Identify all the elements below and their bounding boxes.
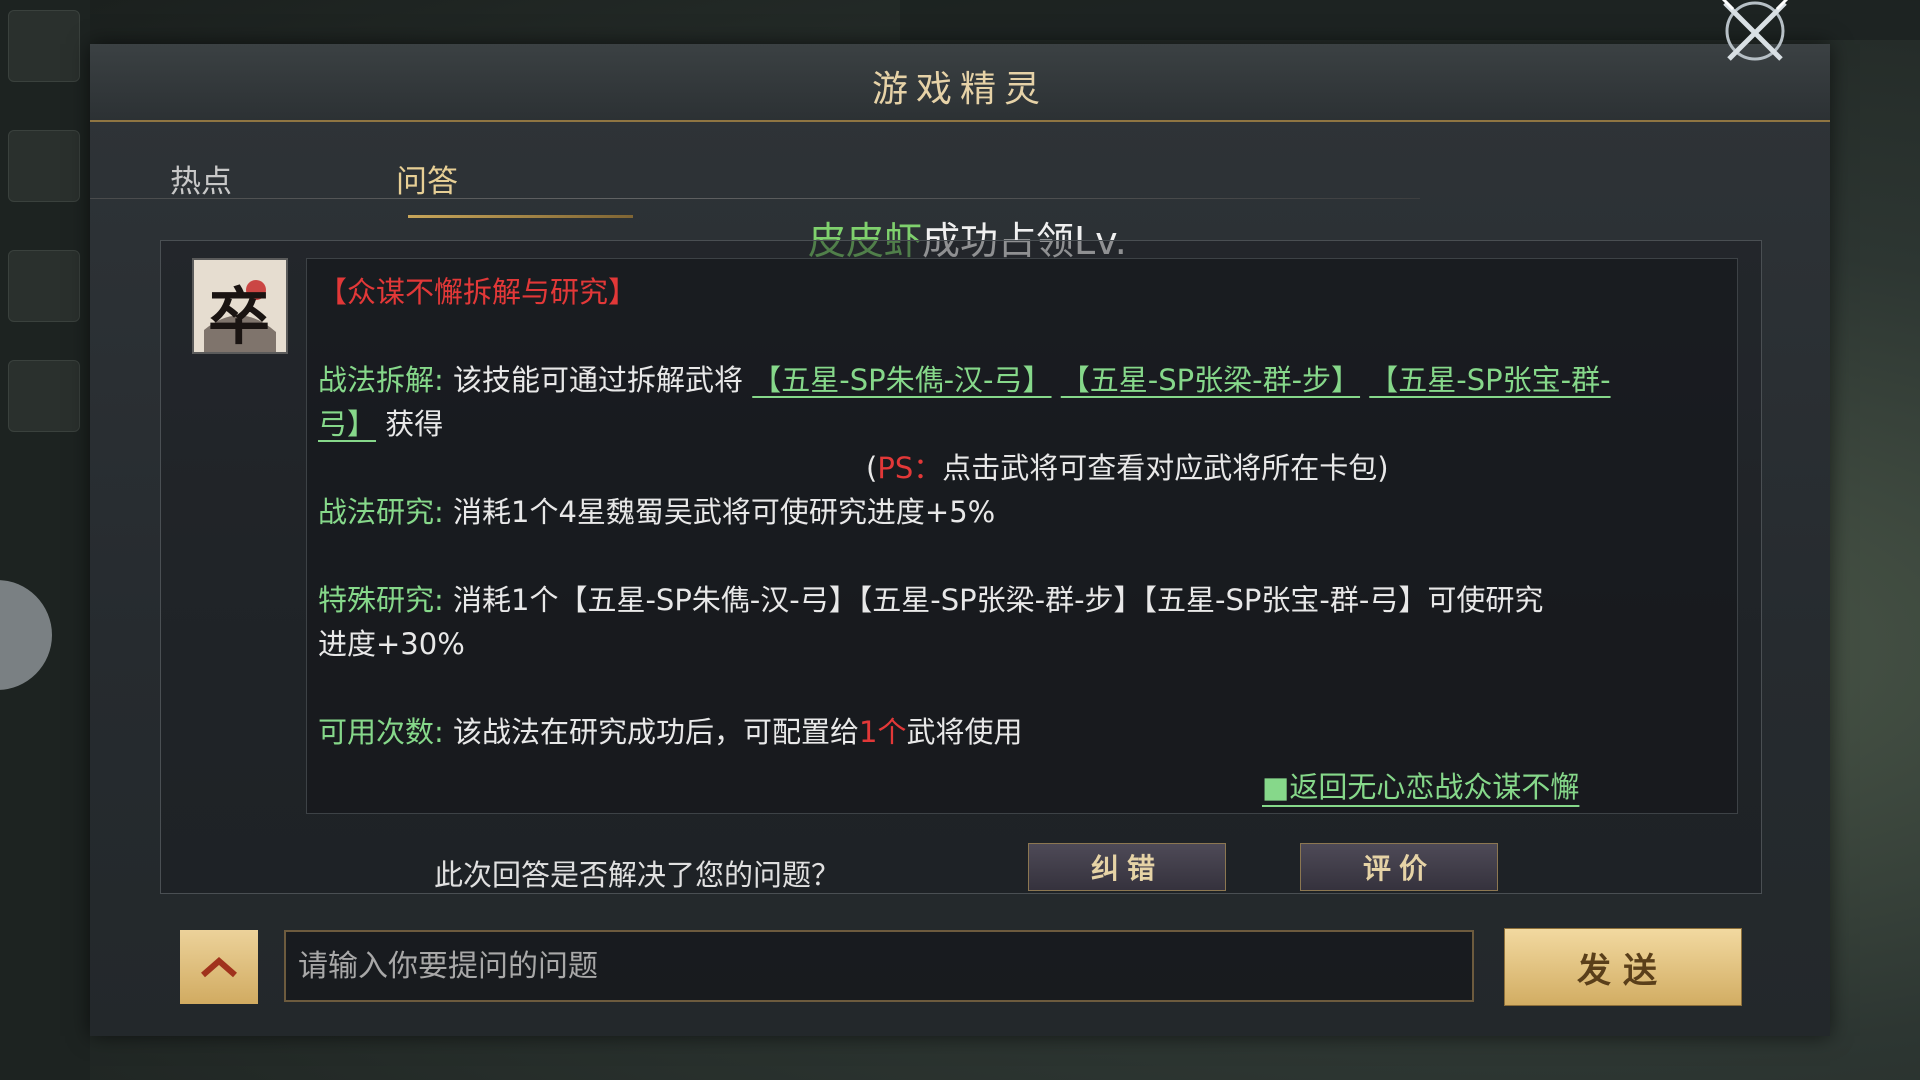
chevron-up-icon bbox=[201, 957, 237, 978]
split-suffix: 获得 bbox=[385, 407, 444, 441]
assistant-avatar: 卒 bbox=[192, 258, 288, 354]
tab-hot[interactable]: 热点 bbox=[170, 156, 232, 201]
rate-button[interactable]: 评价 bbox=[1300, 843, 1498, 891]
close-button[interactable] bbox=[1700, 0, 1810, 86]
general-link-zhujun[interactable]: 【五星-SP朱儁-汉-弓】 bbox=[752, 363, 1051, 397]
split-line-2: 弓】 获得 bbox=[318, 402, 443, 446]
special-line-1: 特殊研究: 消耗1个【五星-SP朱儁-汉-弓】【五星-SP张梁-群-步】【五星-… bbox=[318, 578, 1543, 622]
feedback-question: 此次回答是否解决了您的问题？ bbox=[434, 858, 841, 892]
split-label: 战法拆解: bbox=[318, 363, 444, 397]
uses-line: 可用次数: 该战法在研究成功后，可配置给1个武将使用 bbox=[318, 710, 1022, 754]
general-link-zhangliang[interactable]: 【五星-SP张梁-群-步】 bbox=[1061, 363, 1360, 397]
general-link-zhangbao-cont[interactable]: 弓】 bbox=[318, 407, 376, 441]
avatar-character: 卒 bbox=[208, 280, 271, 353]
research-label: 战法研究: bbox=[318, 495, 444, 529]
special-line-2: 进度+30% bbox=[318, 627, 465, 661]
background-left-strip bbox=[0, 0, 90, 1080]
uses-highlight: 1个 bbox=[859, 715, 907, 749]
answer-title: 【众谋不懈拆解与研究】 bbox=[318, 275, 638, 309]
background-side-button bbox=[8, 360, 80, 432]
research-text: 消耗1个4星魏蜀吴武将可使研究进度+5% bbox=[453, 495, 996, 529]
special-text: 消耗1个【五星-SP朱儁-汉-弓】【五星-SP张梁-群-步】【五星-SP张宝-群… bbox=[453, 583, 1544, 617]
ps-label: PS： bbox=[877, 451, 943, 485]
ps-note: (PS：点击武将可查看对应武将所在卡包) bbox=[866, 446, 1389, 490]
split-text: 该技能可通过拆解武将 bbox=[453, 363, 744, 397]
expand-button[interactable] bbox=[180, 930, 258, 1004]
special-label: 特殊研究: bbox=[318, 583, 444, 617]
question-input[interactable] bbox=[284, 930, 1474, 1002]
background-side-button bbox=[8, 10, 80, 82]
ps-open: ( bbox=[866, 451, 878, 485]
uses-text-before: 该战法在研究成功后，可配置给 bbox=[453, 715, 860, 749]
split-line-1: 战法拆解: 该技能可通过拆解武将 【五星-SP朱儁-汉-弓】 【五星-SP张梁-… bbox=[318, 358, 1611, 402]
research-line: 战法研究: 消耗1个4星魏蜀吴武将可使研究进度+5% bbox=[318, 490, 995, 534]
background-side-button bbox=[8, 130, 80, 202]
general-link-zhangbao[interactable]: 【五星-SP张宝-群- bbox=[1369, 363, 1610, 397]
uses-label: 可用次数: bbox=[318, 715, 444, 749]
ps-text: 点击武将可查看对应武将所在卡包) bbox=[942, 451, 1389, 485]
tab-active-indicator bbox=[408, 215, 633, 218]
uses-text-after: 武将使用 bbox=[906, 715, 1023, 749]
correct-button[interactable]: 纠错 bbox=[1028, 843, 1226, 891]
send-button[interactable]: 发送 bbox=[1504, 928, 1742, 1006]
crossed-swords-close-icon bbox=[1721, 0, 1789, 61]
tab-divider bbox=[90, 198, 1420, 199]
background-side-button bbox=[8, 250, 80, 322]
tab-bar bbox=[90, 100, 1540, 220]
tab-qa[interactable]: 问答 bbox=[396, 156, 458, 201]
back-link[interactable]: ■返回无心恋战众谋不懈 bbox=[1262, 764, 1579, 806]
